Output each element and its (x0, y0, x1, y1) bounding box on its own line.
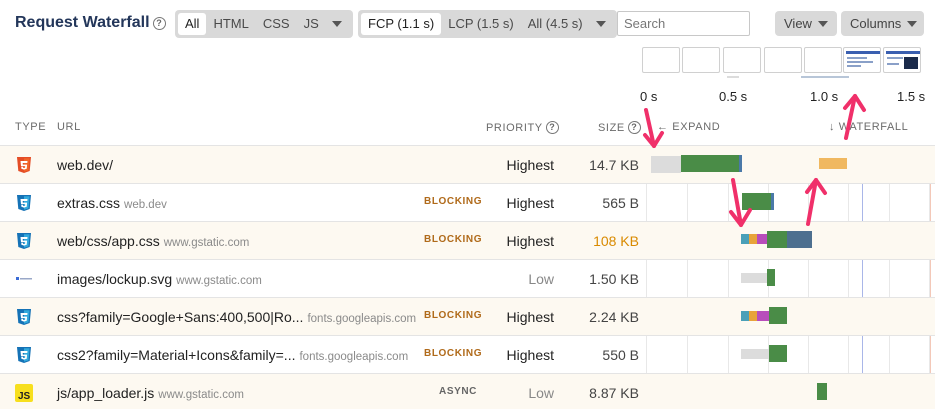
annotation-arrows (643, 94, 866, 227)
